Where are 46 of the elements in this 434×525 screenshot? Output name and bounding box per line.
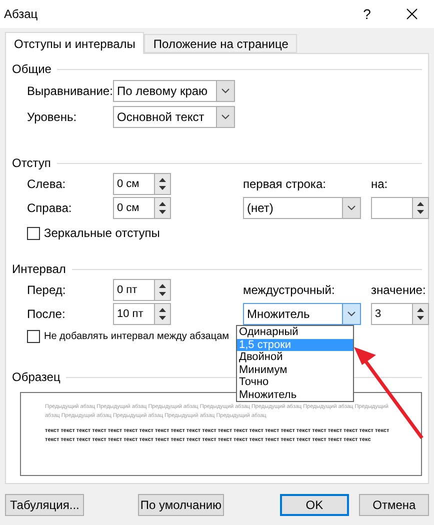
checkbox-label: Зеркальные отступы: [44, 226, 160, 240]
chevron-down-icon: [347, 311, 356, 318]
spin-field[interactable]: 0 пт: [113, 279, 171, 302]
checkbox[interactable]: [27, 330, 40, 343]
dropdown-field[interactable]: Множитель: [243, 303, 361, 326]
chevron-down-icon: [347, 205, 356, 212]
checkbox[interactable]: [27, 226, 40, 240]
field-label: первая строка:: [243, 177, 327, 192]
field-label: Выравнивание:: [27, 84, 113, 98]
spin-arrows-icon[interactable]: [154, 198, 170, 218]
dialog-button[interactable]: По умолчанию: [138, 494, 224, 516]
spin-arrows-icon[interactable]: [154, 304, 170, 324]
field-label: на:: [371, 177, 389, 192]
spin-field[interactable]: 10 пт: [113, 303, 171, 326]
dropdown-field[interactable]: По левому краю: [113, 80, 235, 102]
dropdown-field[interactable]: (нет): [243, 197, 361, 220]
spin-field[interactable]: 3: [371, 303, 429, 326]
dialog-button[interactable]: Отмена: [359, 494, 430, 516]
spin-field[interactable]: 0 см: [113, 173, 171, 196]
section-title: Общие: [12, 62, 52, 76]
field-label: значение:: [371, 283, 427, 298]
dialog-button[interactable]: Табуляция...: [5, 494, 84, 516]
field-label: Перед:: [27, 283, 67, 298]
spin-arrows-icon[interactable]: [412, 198, 428, 218]
section-title: Образец: [12, 370, 60, 384]
field-label: Справа:: [27, 201, 73, 216]
section-title: Отступ: [12, 156, 51, 170]
tab[interactable]: Положение на странице: [144, 34, 298, 54]
spin-arrows-icon[interactable]: [154, 174, 170, 194]
field-label: Уровень:: [27, 110, 78, 124]
spin-field[interactable]: [371, 197, 429, 220]
chevron-down-icon: [221, 88, 230, 94]
field-label: После:: [27, 307, 66, 322]
field-label: Слева:: [27, 177, 67, 192]
help-button[interactable]: ?: [344, 6, 390, 22]
spin-arrows-icon[interactable]: [412, 304, 428, 324]
dropdown-field[interactable]: Основной текст: [113, 106, 235, 128]
checkbox-label: Не добавлять интервал между абзацам: [44, 330, 229, 342]
spin-arrows-icon[interactable]: [154, 280, 170, 300]
spin-field[interactable]: 0 см: [113, 197, 171, 220]
tab[interactable]: Отступы и интервалы: [5, 32, 144, 54]
window-title: Абзац: [4, 7, 39, 21]
section-title: Интервал: [12, 262, 66, 276]
chevron-down-icon: [221, 114, 230, 120]
field-label: междустрочный:: [243, 283, 336, 298]
dialog-button[interactable]: OK: [280, 494, 350, 516]
